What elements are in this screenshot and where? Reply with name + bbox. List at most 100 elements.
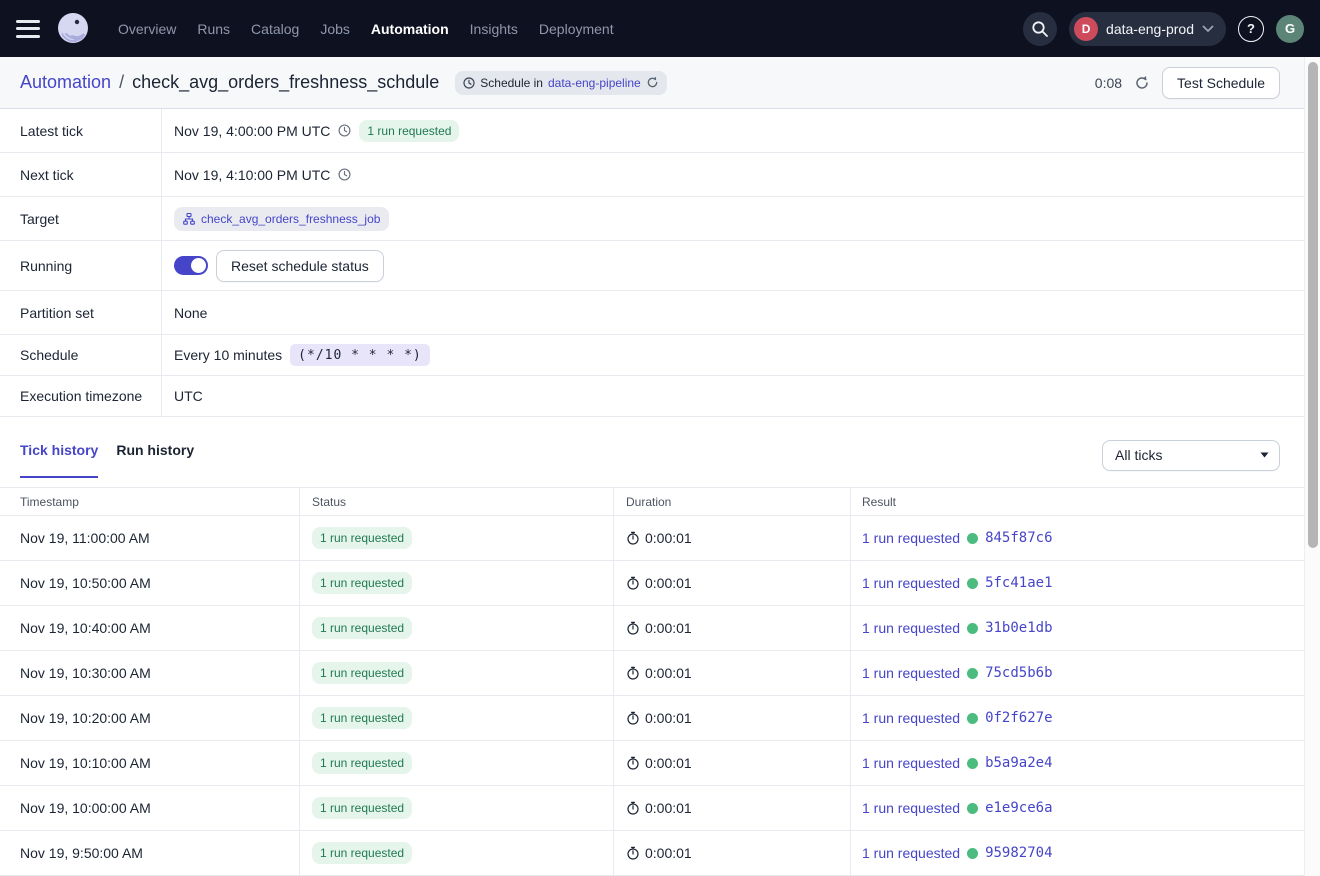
search-icon	[1031, 20, 1049, 38]
run-id-link[interactable]: e1e9ce6a	[985, 800, 1052, 816]
stopwatch-icon	[626, 576, 640, 590]
tick-status-badge: 1 run requested	[312, 572, 412, 594]
tick-timestamp: Nov 19, 11:00:00 AM	[20, 530, 150, 546]
detail-row-next-tick: Next tick Nov 19, 4:10:00 PM UTC	[0, 153, 1304, 197]
page-title: check_avg_orders_freshness_schdule	[132, 72, 439, 93]
workspace-switcher[interactable]: D data-eng-prod	[1069, 12, 1226, 46]
refresh-icon[interactable]	[646, 76, 659, 89]
nav-links: Overview Runs Catalog Jobs Automation In…	[118, 21, 614, 37]
stopwatch-icon	[626, 756, 640, 770]
tick-result-link[interactable]: 1 run requested	[862, 575, 960, 591]
detail-row-target: Target check_avg_orders_freshness_job	[0, 197, 1304, 241]
next-tick-value: Nov 19, 4:10:00 PM UTC	[174, 167, 330, 183]
tick-row: Nov 19, 10:30:00 AM 1 run requested 0:00…	[0, 651, 1304, 696]
tick-result-link[interactable]: 1 run requested	[862, 665, 960, 681]
history-toolbar: Tick history Run history All ticks	[0, 432, 1304, 478]
run-id-link[interactable]: 0f2f627e	[985, 710, 1052, 726]
tick-timestamp: Nov 19, 10:00:00 AM	[20, 800, 151, 816]
tick-table-body: Nov 19, 11:00:00 AM 1 run requested 0:00…	[0, 516, 1304, 876]
detail-label: Partition set	[0, 291, 162, 334]
run-status-dot	[967, 623, 978, 634]
running-toggle[interactable]	[174, 256, 208, 275]
breadcrumb-separator: /	[119, 72, 124, 93]
detail-row-latest-tick: Latest tick Nov 19, 4:00:00 PM UTC 1 run…	[0, 109, 1304, 153]
clock-icon	[338, 168, 351, 181]
nav-item-automation[interactable]: Automation	[371, 21, 449, 37]
history-tabs: Tick history Run history	[20, 432, 194, 478]
tick-result-link[interactable]: 1 run requested	[862, 710, 960, 726]
tick-result-link[interactable]: 1 run requested	[862, 800, 960, 816]
detail-row-timezone: Execution timezone UTC	[0, 376, 1304, 417]
tick-result-link[interactable]: 1 run requested	[862, 755, 960, 771]
nav-item-deployment[interactable]: Deployment	[539, 21, 614, 37]
help-icon[interactable]: ?	[1238, 16, 1264, 42]
tick-result-link[interactable]: 1 run requested	[862, 530, 960, 546]
run-id-link[interactable]: 845f87c6	[985, 530, 1052, 546]
target-job-link[interactable]: check_avg_orders_freshness_job	[174, 207, 389, 231]
tick-duration: 0:00:01	[645, 575, 692, 591]
reset-schedule-status-button[interactable]: Reset schedule status	[216, 250, 384, 282]
timezone-value: UTC	[174, 388, 203, 404]
schedule-details: Latest tick Nov 19, 4:00:00 PM UTC 1 run…	[0, 109, 1304, 417]
nav-item-catalog[interactable]: Catalog	[251, 21, 299, 37]
nav-item-insights[interactable]: Insights	[470, 21, 518, 37]
stopwatch-icon	[626, 801, 640, 815]
run-status-dot	[967, 848, 978, 859]
detail-row-schedule: Schedule Every 10 minutes (*/10 * * * *)	[0, 335, 1304, 376]
detail-row-running: Running Reset schedule status	[0, 241, 1304, 291]
tick-duration: 0:00:01	[645, 620, 692, 636]
run-status-dot	[967, 578, 978, 589]
nav-item-overview[interactable]: Overview	[118, 21, 176, 37]
tick-status-badge: 1 run requested	[312, 797, 412, 819]
test-schedule-button[interactable]: Test Schedule	[1162, 67, 1280, 99]
hamburger-menu-icon[interactable]	[16, 20, 40, 38]
tab-tick-history[interactable]: Tick history	[20, 432, 98, 478]
tick-row: Nov 19, 10:50:00 AM 1 run requested 0:00…	[0, 561, 1304, 606]
detail-label: Execution timezone	[0, 376, 162, 416]
tick-timestamp: Nov 19, 10:10:00 AM	[20, 755, 151, 771]
run-id-link[interactable]: b5a9a2e4	[985, 755, 1052, 771]
latest-tick-value: Nov 19, 4:00:00 PM UTC	[174, 123, 330, 139]
cron-expression-badge: (*/10 * * * *)	[290, 344, 430, 366]
partition-set-value: None	[174, 305, 207, 321]
clock-icon	[463, 77, 475, 89]
scrollbar-thumb[interactable]	[1308, 62, 1318, 548]
top-nav: Overview Runs Catalog Jobs Automation In…	[0, 0, 1320, 57]
user-avatar[interactable]: G	[1276, 15, 1304, 43]
stopwatch-icon	[626, 846, 640, 860]
nav-item-jobs[interactable]: Jobs	[320, 21, 350, 37]
breadcrumb-automation-link[interactable]: Automation	[20, 72, 111, 93]
tick-duration: 0:00:01	[645, 800, 692, 816]
nav-right-cluster: D data-eng-prod ? G	[1023, 12, 1304, 46]
run-status-dot	[967, 713, 978, 724]
nav-item-runs[interactable]: Runs	[197, 21, 230, 37]
tick-duration: 0:00:01	[645, 845, 692, 861]
tab-run-history[interactable]: Run history	[116, 432, 194, 478]
tick-filter-select[interactable]: All ticks	[1102, 440, 1280, 471]
tick-row: Nov 19, 10:20:00 AM 1 run requested 0:00…	[0, 696, 1304, 741]
tick-result-link[interactable]: 1 run requested	[862, 845, 960, 861]
workspace-avatar: D	[1074, 17, 1098, 41]
stopwatch-icon	[626, 531, 640, 545]
stopwatch-icon	[626, 666, 640, 680]
tick-result-link[interactable]: 1 run requested	[862, 620, 960, 636]
caret-down-icon	[1260, 452, 1269, 458]
tick-filter-value: All ticks	[1115, 447, 1162, 463]
tick-row: Nov 19, 10:00:00 AM 1 run requested 0:00…	[0, 786, 1304, 831]
tick-timestamp: Nov 19, 10:40:00 AM	[20, 620, 151, 636]
detail-label: Next tick	[0, 153, 162, 196]
run-status-dot	[967, 758, 978, 769]
refresh-countdown: 0:08	[1095, 75, 1122, 91]
run-id-link[interactable]: 95982704	[985, 845, 1052, 861]
run-id-link[interactable]: 31b0e1db	[985, 620, 1052, 636]
dagster-logo[interactable]	[54, 10, 92, 48]
run-id-link[interactable]: 75cd5b6b	[985, 665, 1052, 681]
search-button[interactable]	[1023, 12, 1057, 46]
run-id-link[interactable]: 5fc41ae1	[985, 575, 1052, 591]
refresh-icon[interactable]	[1134, 75, 1150, 91]
scrollbar-track	[1305, 57, 1320, 876]
tick-status-badge: 1 run requested	[312, 842, 412, 864]
target-job-name: check_avg_orders_freshness_job	[201, 212, 380, 226]
tick-table-header: Timestamp Status Duration Result	[0, 488, 1304, 516]
pipeline-link[interactable]: data-eng-pipeline	[548, 76, 641, 90]
